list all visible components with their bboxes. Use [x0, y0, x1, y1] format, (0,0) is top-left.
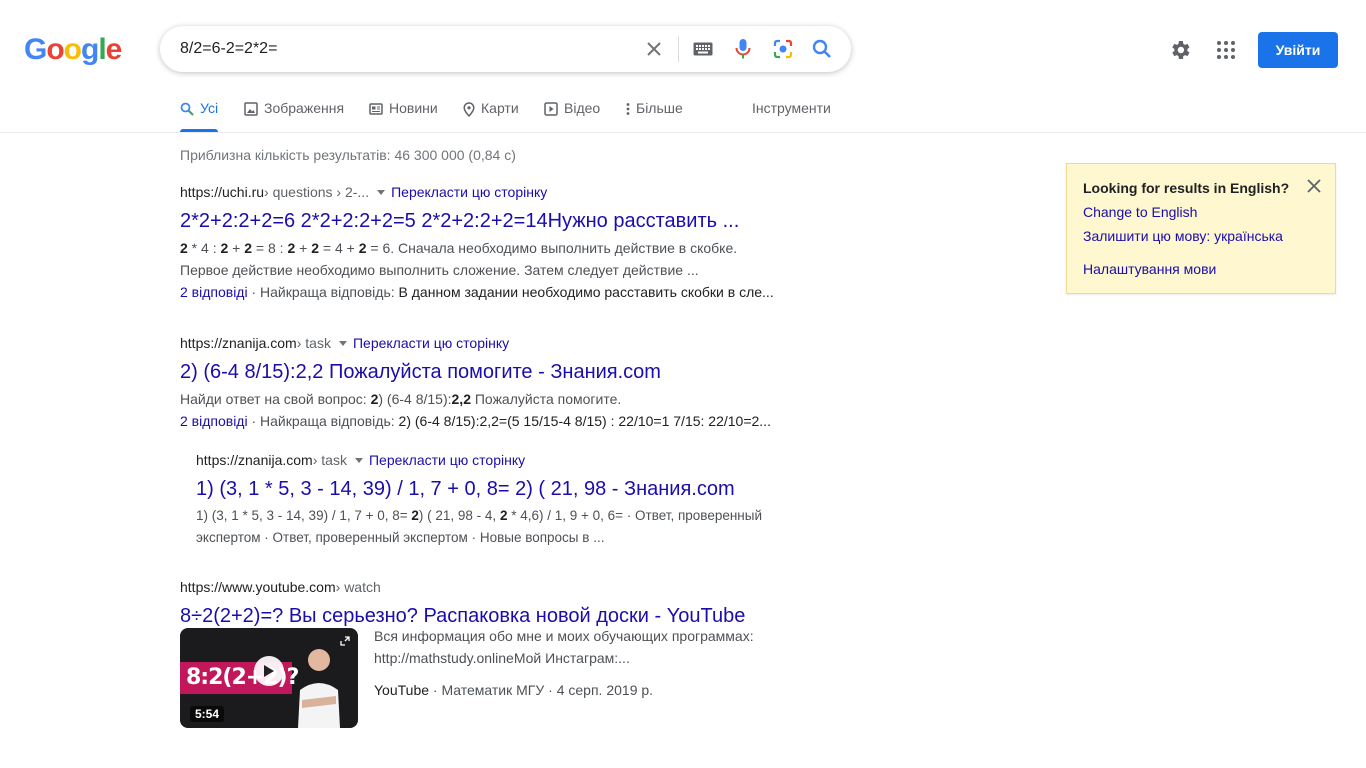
language-settings-link[interactable]: Налаштування мови [1083, 261, 1216, 277]
result-title[interactable]: 2) (6-4 8/15):2,2 Пожалуйста помогите - … [180, 359, 790, 385]
result-title[interactable]: 2*2+2:2+2=6 2*2+2:2+2=5 2*2+2:2+2=14Нужн… [180, 208, 790, 234]
map-pin-icon [463, 102, 475, 117]
answers-link[interactable]: 2 відповіді [180, 413, 248, 429]
search-result-indented: https://znanija.com › task Перекласти цю… [196, 450, 806, 549]
search-box [160, 26, 851, 72]
search-input[interactable] [180, 26, 620, 72]
keyboard-icon[interactable] [692, 38, 714, 60]
result-path: › task [312, 452, 347, 468]
langbox-title: Looking for results in English? [1083, 180, 1290, 196]
microphone-icon[interactable] [732, 38, 754, 60]
tab-news[interactable]: Новини [369, 100, 438, 132]
result-snippet: 1) (3, 1 * 5, 3 - 14, 39) / 1, 7 + 0, 8=… [196, 508, 763, 523]
result-snippet: Найди ответ на свой вопрос: 2) (6-4 8/15… [180, 391, 622, 407]
tab-tools[interactable]: Інструменти [752, 100, 831, 132]
result-path: › watch [335, 579, 381, 595]
best-answer-text: В данном задании необходимо расставить с… [398, 284, 774, 300]
video-source: YouTube [374, 682, 430, 698]
video-thumbnail[interactable]: 8:2(2+2)? 5:54 [180, 628, 358, 728]
person-image [298, 649, 340, 728]
video-meta: YouTube · Математик МГУ · 4 серп. 2019 р… [374, 679, 794, 701]
google-logo[interactable]: Google [24, 33, 122, 67]
camera-lens-icon[interactable] [772, 38, 794, 60]
result-url[interactable]: https://znanija.com [180, 333, 297, 353]
tab-more[interactable]: Більше [626, 100, 683, 132]
tab-videos[interactable]: Відео [544, 100, 600, 132]
result-cite: https://uchi.ru › questions › 2-... Пере… [180, 182, 790, 202]
tab-label: Новини [389, 100, 438, 116]
video-result: https://www.youtube.com › watch 8÷2(2+2)… [180, 577, 790, 747]
result-snippet: 2 * 4 : 2 + 2 = 8 : 2 + 2 = 4 + 2 = 6. С… [180, 240, 738, 256]
video-icon [544, 102, 558, 116]
clear-icon[interactable] [643, 38, 665, 60]
keep-language-link[interactable]: Залишити цю мову: українська [1083, 228, 1283, 244]
video-desc-line2: http://mathstudy.onlineМой Инстаграм:... [374, 650, 630, 666]
result-stats: Приблизна кількість результатів: 46 300 … [180, 147, 516, 163]
apps-grid-icon[interactable] [1214, 38, 1238, 62]
change-to-english-link[interactable]: Change to English [1083, 204, 1197, 220]
result-path: › task [296, 335, 331, 351]
tab-maps[interactable]: Карти [463, 100, 519, 132]
result-url[interactable]: https://znanija.com [196, 450, 313, 470]
translate-link[interactable]: Перекласти цю сторінку [369, 450, 525, 470]
search-result: https://znanija.com › task Перекласти цю… [180, 333, 790, 432]
best-answer-text: 2) (6-4 8/15):2,2=(5 15/15-4 8/15) : 22/… [398, 413, 771, 429]
result-cite: https://znanija.com › task Перекласти цю… [180, 333, 790, 353]
video-meta-text: · Математик МГУ · 4 серп. 2019 р. [429, 682, 654, 698]
result-cite: https://znanija.com › task Перекласти цю… [196, 450, 806, 470]
result-url[interactable]: https://www.youtube.com [180, 577, 336, 597]
tab-label: Усі [200, 100, 219, 116]
translate-link[interactable]: Перекласти цю сторінку [353, 333, 509, 353]
video-desc-line1: Вся информация обо мне и моих обучающих … [374, 628, 754, 644]
image-icon [244, 102, 258, 116]
tab-label: Відео [564, 100, 601, 116]
language-suggestion-box: Looking for results in English? Change t… [1066, 163, 1336, 294]
video-duration: 5:54 [190, 706, 225, 722]
tab-images[interactable]: Зображення [244, 100, 344, 132]
play-icon[interactable] [254, 656, 284, 686]
tab-label: Інструменти [752, 100, 831, 116]
result-answers-line: 2 відповіді · Найкраща відповідь: 2) (6-… [180, 410, 790, 432]
header-divider [0, 132, 1366, 133]
search-result: https://uchi.ru › questions › 2-... Пере… [180, 182, 790, 303]
search-submit-icon[interactable] [811, 38, 833, 60]
result-url[interactable]: https://uchi.ru [180, 182, 264, 202]
tab-label: Карти [481, 100, 519, 116]
caret-down-icon[interactable] [377, 189, 386, 195]
expand-icon [340, 636, 350, 646]
video-description: Вся информация обо мне и моих обучающих … [374, 625, 794, 701]
close-icon[interactable] [1307, 179, 1321, 198]
result-title[interactable]: 1) (3, 1 * 5, 3 - 14, 39) / 1, 7 + 0, 8=… [196, 476, 806, 502]
tab-label: Зображення [264, 100, 345, 116]
tab-label: Більше [636, 100, 683, 116]
more-vert-icon [626, 103, 630, 115]
news-icon [369, 103, 383, 115]
signin-button[interactable]: Увійти [1258, 32, 1338, 68]
caret-down-icon[interactable] [354, 457, 363, 463]
result-snippet-line2: экспертом · Ответ, проверенный экспертом… [196, 530, 605, 545]
best-answer-label: · Найкраща відповідь: [247, 284, 399, 300]
search-divider [678, 36, 679, 62]
result-snippet-line2: Первое действие необходимо выполнить сло… [180, 262, 699, 278]
translate-link[interactable]: Перекласти цю сторінку [391, 182, 547, 202]
tab-all[interactable]: Усі [180, 100, 219, 132]
search-icon [180, 102, 194, 116]
result-cite: https://www.youtube.com › watch [180, 577, 790, 597]
result-answers-line: 2 відповіді · Найкраща відповідь: В данн… [180, 281, 790, 303]
best-answer-label: · Найкраща відповідь: [247, 413, 399, 429]
settings-gear-icon[interactable] [1168, 38, 1192, 62]
result-path: › questions › 2-... [264, 184, 370, 200]
answers-link[interactable]: 2 відповіді [180, 284, 248, 300]
caret-down-icon[interactable] [338, 340, 347, 346]
